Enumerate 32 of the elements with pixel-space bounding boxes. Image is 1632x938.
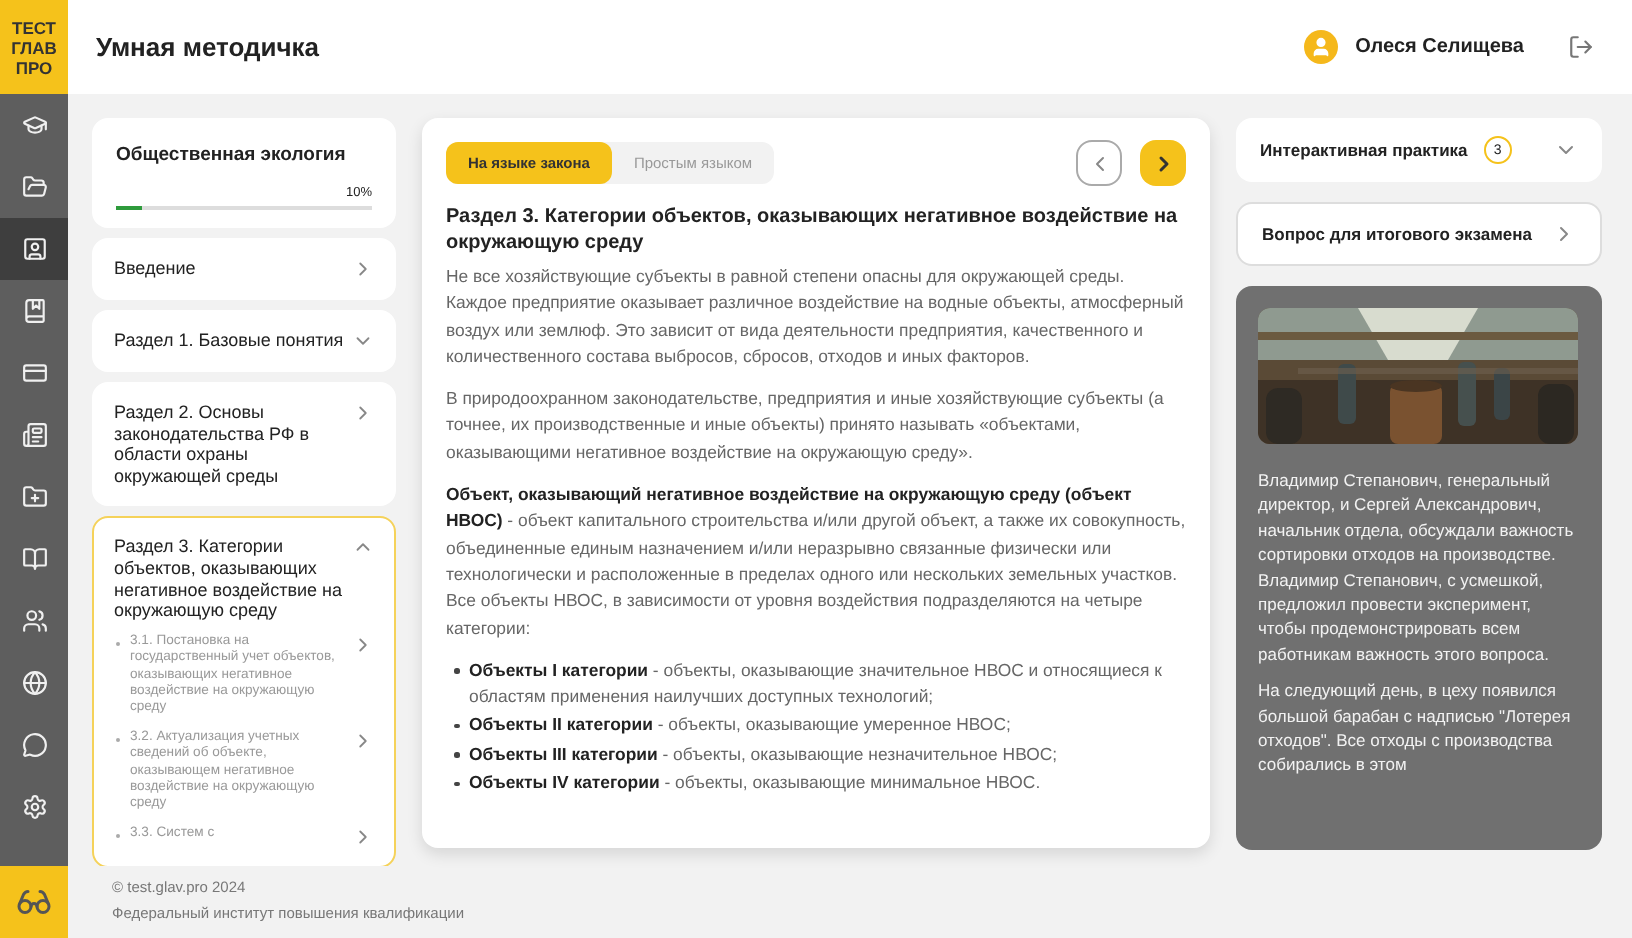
bullet-icon [454,723,459,729]
list-item: Объекты IV категории - объекты, оказывающие минимальное НВОС. [469,770,1041,797]
bullet-icon [454,752,459,758]
paragraph: Не все хозяйствующие субъекты в равной степени опасны для окружающей среды. Каждое предприятие оказывает различное воздействие на водные объекты, атмосферный воздух или землюф. Это зависит от вида деятельности предприятия, качественного и количественного состава выбросов, сбросов, отходов и иных факторов. [446,264,1186,370]
section-card[interactable]: Раздел 2. Основы законодательства РФ в области охраны окружающей среды [92,382,396,507]
section-title: Раздел 1. Базовые понятия [114,330,344,352]
logo: ТЕСТ ГЛАВ ПРО [0,0,68,94]
story-paragraph: Владимир Степанович, генеральный директор, и Сергей Александрович, начальник отдела, обсуждали важность сортировки отходов на производстве. Владимир Степанович, с усмешкой, предложил провести эксперимент, чтобы продемонстрировать всем работникам важность этого вопроса. [1258,468,1576,667]
bullet-icon [454,668,459,674]
app-title: Умная методичка [96,32,322,62]
list-item: Объекты II категории - объекты, оказывающие умеренное НВОС; [469,712,1011,739]
list-item: Объекты III категории - объекты, оказывающие незначительное НВОС; [469,741,1058,768]
bullet-icon [454,781,459,787]
practice-title: Интерактивная практика [1260,140,1468,160]
user-name[interactable]: Олеся Селищева [1355,36,1524,58]
section-card[interactable]: Введение [92,238,396,300]
next-button[interactable] [1140,140,1186,186]
section-title: Раздел 2. Основы законодательства РФ в области охраны окружающей среды [114,402,312,487]
paragraph: Объект, оказывающий негативное воздействие на окружающую среду (объект НВОС) - объект капитального строительства и/или другой объект, а также их совокупность, объединенные единым назначением и/или неразрывно связанные физически или технологически и расположенные в пределах одного или нескольких земельных участков. Все объекты НВОС, в зависимости от уровня воздействия подразделяются на четыре категории: [446,482,1186,642]
article-heading: Раздел 3. Категории объектов, оказывающих негативное воздействие на окружающую среду [446,204,1180,256]
paragraph: В природоохранном законодательстве, предприятия и иные хозяйствующие субъекты (а точнее, их производственные и иные объекты) принято называть «объектами, оказывающими негативное воздействие на окружающую среду». [446,386,1166,466]
id-badge-icon[interactable] [0,218,68,280]
exam-question-card[interactable]: Вопрос для итогового экзамена [1236,202,1602,266]
course-title: Общественная экология [116,144,348,166]
logout-icon[interactable] [1568,34,1594,60]
list-item: Объекты I категории - объекты, оказывающие значительное НВОС и относящиеся к областям применения наилучших доступных технологий; [469,657,1164,711]
glasses-icon [16,884,52,920]
section-title: Раздел 3. Категории объектов, оказывающих негативное воздействие на окружающую среду [114,536,344,622]
section-title: Введение [114,258,196,280]
section-card[interactable]: Раздел 1. Базовые понятия [92,310,396,372]
exam-question-title: Вопрос для итогового экзамена [1262,224,1532,244]
story-paragraph: На следующий день, в цеху появился большой барабан с надписью "Лотерея отходов". Все отходы с производства собирались в этом [1258,678,1573,778]
